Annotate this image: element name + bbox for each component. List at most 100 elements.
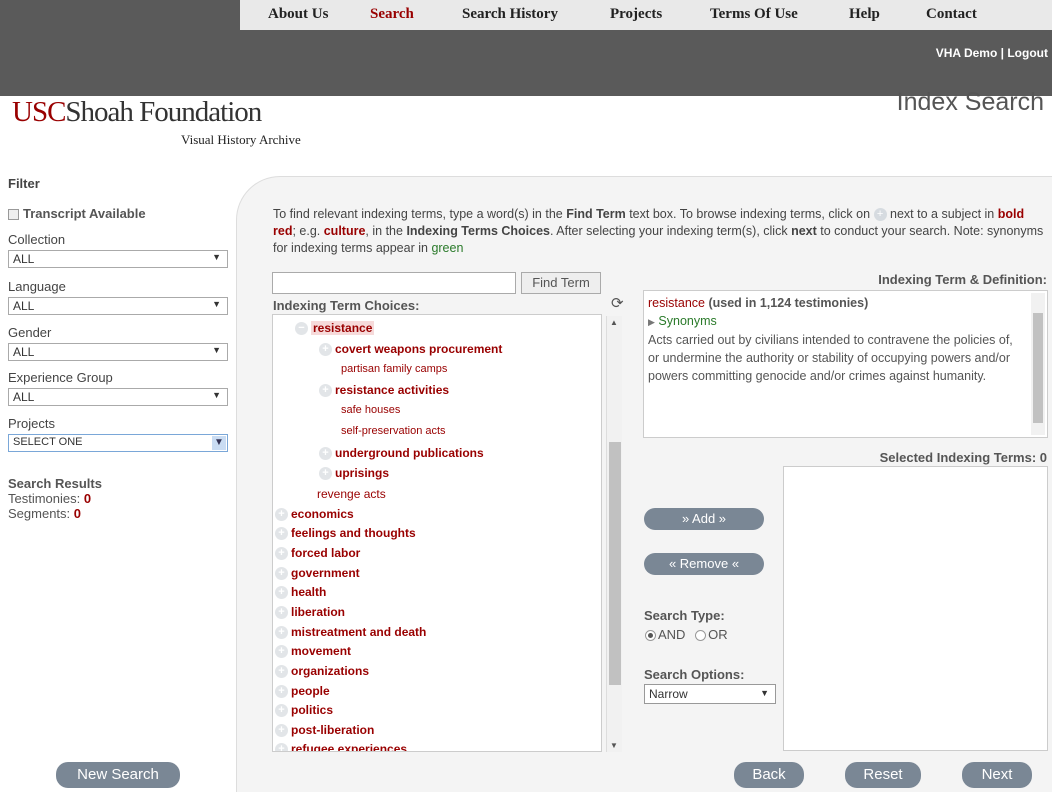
user-links: VHA Demo | Logout xyxy=(936,46,1048,60)
and-radio[interactable] xyxy=(645,630,656,642)
tree-item[interactable]: safe houses xyxy=(341,404,400,416)
back-button[interactable]: Back xyxy=(734,762,804,788)
plus-icon[interactable]: + xyxy=(275,586,288,600)
tree-scrollbar[interactable]: ▲ ▼ xyxy=(606,316,622,752)
indexing-term-choices-label: Indexing Term Choices: xyxy=(273,298,420,313)
plus-icon[interactable]: + xyxy=(275,606,288,620)
tree-item[interactable]: + covert weapons procurement xyxy=(319,342,502,357)
logout-link[interactable]: Logout xyxy=(1007,46,1048,60)
find-term-input[interactable] xyxy=(272,272,516,294)
transcript-available[interactable]: Transcript Available xyxy=(8,206,146,221)
and-label: AND xyxy=(658,627,686,642)
reset-button[interactable]: Reset xyxy=(845,762,921,788)
nav-about-us[interactable]: About Us xyxy=(268,6,328,23)
refresh-icon[interactable]: ⟳ xyxy=(611,294,624,312)
chevron-down-icon: ▼ xyxy=(212,436,226,450)
segments-label: Segments: xyxy=(8,506,71,521)
plus-icon[interactable]: + xyxy=(275,626,288,640)
plus-icon[interactable]: + xyxy=(275,547,288,561)
tree-item-label: refugee experiences xyxy=(291,742,408,752)
tree-item[interactable]: + uprisings xyxy=(319,466,389,481)
plus-icon[interactable]: + xyxy=(319,343,332,357)
tree-item[interactable]: + people xyxy=(275,684,330,699)
scroll-thumb[interactable] xyxy=(1033,313,1043,423)
selected-terms-box[interactable] xyxy=(783,466,1048,751)
plus-icon[interactable]: + xyxy=(319,447,332,461)
collection-select[interactable]: ALL ▼ xyxy=(8,250,228,268)
tree-item[interactable]: + resistance activities xyxy=(319,383,450,398)
plus-icon: + xyxy=(873,208,887,222)
intro-culture: culture xyxy=(323,224,366,238)
plus-icon[interactable]: + xyxy=(275,665,288,679)
tree-item[interactable]: + post-liberation xyxy=(275,723,374,738)
tree-item[interactable]: + organizations xyxy=(275,664,369,679)
nav-projects[interactable]: Projects xyxy=(610,6,662,23)
language-select[interactable]: ALL ▼ xyxy=(8,297,228,315)
search-options-select[interactable]: Narrow ▼ xyxy=(644,684,776,704)
tree-item[interactable]: self-preservation acts xyxy=(341,425,446,437)
intro-green: green xyxy=(431,241,464,255)
tree-item-label: people xyxy=(291,684,330,698)
nav-search[interactable]: Search xyxy=(370,6,414,23)
definition-usage: (used in 1,124 testimonies) xyxy=(708,296,869,310)
tree-item[interactable]: partisan family camps xyxy=(341,363,447,375)
tree-item-label: politics xyxy=(291,703,334,717)
logo[interactable]: USCShoah Foundation Visual History Archi… xyxy=(12,96,301,147)
triangle-right-icon: ▶ xyxy=(648,317,655,327)
plus-icon[interactable]: + xyxy=(275,645,288,659)
remove-button[interactable]: « Remove « xyxy=(644,553,764,575)
tree-item[interactable]: + politics xyxy=(275,703,334,718)
experience-select[interactable]: ALL ▼ xyxy=(8,388,228,406)
plus-icon[interactable]: + xyxy=(319,384,332,398)
intro-find-term: Find Term xyxy=(566,207,626,221)
add-button[interactable]: » Add » xyxy=(644,508,764,530)
nav-help[interactable]: Help xyxy=(849,6,880,23)
plus-icon[interactable]: + xyxy=(275,508,288,522)
tree-item-label: resistance activities xyxy=(335,383,450,397)
gender-select[interactable]: ALL ▼ xyxy=(8,343,228,361)
transcript-checkbox[interactable] xyxy=(8,209,19,221)
scroll-down-icon[interactable]: ▼ xyxy=(610,741,618,750)
filter-title: Filter xyxy=(8,176,40,191)
plus-icon[interactable]: + xyxy=(275,743,288,751)
tree-item-label: government xyxy=(291,566,360,580)
next-button[interactable]: Next xyxy=(962,762,1032,788)
tree-item[interactable]: + mistreatment and death xyxy=(275,625,426,640)
plus-icon[interactable]: + xyxy=(275,685,288,699)
projects-select[interactable]: SELECT ONE ▼ xyxy=(8,434,228,452)
scroll-thumb[interactable] xyxy=(609,442,621,685)
tree-item[interactable]: + liberation xyxy=(275,605,346,620)
tree-item[interactable]: + feelings and thoughts xyxy=(275,526,416,541)
tree-item[interactable]: + economics xyxy=(275,507,354,522)
plus-icon[interactable]: + xyxy=(275,704,288,718)
plus-icon[interactable]: + xyxy=(275,567,288,581)
user-name-link[interactable]: VHA Demo xyxy=(936,46,998,60)
tree-item[interactable]: revenge acts xyxy=(317,487,386,501)
plus-icon[interactable]: + xyxy=(319,467,332,481)
synonyms-toggle[interactable]: ▶ Synonyms xyxy=(648,312,1043,331)
tree-item[interactable]: + government xyxy=(275,566,360,581)
definition-scrollbar[interactable] xyxy=(1031,293,1045,435)
nav-contact[interactable]: Contact xyxy=(926,6,977,23)
tree-item[interactable]: − resistance xyxy=(295,321,375,336)
or-radio[interactable] xyxy=(695,630,707,642)
tree-item[interactable]: + forced labor xyxy=(275,546,360,561)
new-search-button[interactable]: New Search xyxy=(56,762,180,788)
projects-label: Projects xyxy=(8,416,55,431)
tree-item[interactable]: + underground publications xyxy=(319,446,484,461)
tree-item-label: safe houses xyxy=(341,404,401,416)
tree-item[interactable]: + movement xyxy=(275,644,351,659)
plus-icon[interactable]: + xyxy=(275,724,288,738)
tree-item-label: revenge acts xyxy=(317,487,386,501)
minus-icon[interactable]: − xyxy=(295,322,308,336)
collection-label: Collection xyxy=(8,232,66,247)
plus-icon[interactable]: + xyxy=(275,527,288,541)
nav-terms-of-use[interactable]: Terms Of Use xyxy=(710,6,798,23)
nav-search-history[interactable]: Search History xyxy=(462,6,558,23)
tree-item[interactable]: + health xyxy=(275,585,326,600)
scroll-up-icon[interactable]: ▲ xyxy=(610,318,618,327)
find-term-button[interactable]: Find Term xyxy=(521,272,601,294)
chevron-down-icon: ▼ xyxy=(212,252,221,262)
tree-item[interactable]: + refugee experiences xyxy=(275,742,408,752)
tree-item-label: liberation xyxy=(291,605,346,619)
